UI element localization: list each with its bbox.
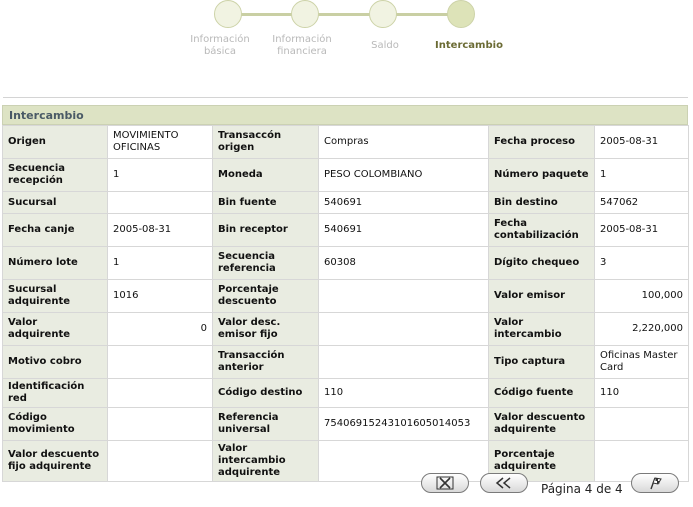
field-value: 1 (107, 158, 213, 192)
field-label: Número lote (2, 246, 108, 280)
table-row: Código movimiento Referencia universal 754… (2, 407, 689, 441)
field-value: MOVIMIENTO OFICINAS (107, 125, 213, 159)
field-value: 2005-08-31 (107, 213, 213, 247)
field-value (107, 191, 213, 214)
field-label: Moneda (212, 158, 319, 192)
field-label: Motivo cobro (2, 345, 108, 379)
field-value: 2,220,000 (594, 312, 689, 346)
step-2-label: Información financiera (272, 34, 332, 57)
pagination-footer: Página 4 de 4 (0, 473, 693, 503)
field-label: Secuencia referencia (212, 246, 319, 280)
table-row: Sucursal Bin fuente 540691 Bin destino 54706… (2, 191, 689, 214)
field-label: Origen (2, 125, 108, 159)
field-value: PESO COLOMBIANO (318, 158, 489, 192)
field-value (318, 345, 489, 379)
step-connector (396, 13, 448, 16)
field-value: 100,000 (594, 279, 689, 313)
wizard-stepper: Información básica Información financiera … (0, 0, 693, 64)
step-4-circle-active (447, 0, 475, 28)
close-button[interactable] (421, 473, 469, 493)
field-label: Código destino (212, 378, 319, 408)
field-label: Valor intercambio (488, 312, 595, 346)
checkered-flag-icon (650, 477, 662, 490)
field-value: 2005-08-31 (594, 125, 689, 159)
step-1-label: Información básica (190, 34, 250, 57)
field-label: Porcentaje descuento (212, 279, 319, 313)
field-value: 0 (107, 312, 213, 346)
field-label: Tipo captura (488, 345, 595, 379)
field-label: Transaccón origen (212, 125, 319, 159)
step-1-circle (214, 0, 242, 28)
field-value: 1 (594, 158, 689, 192)
details-table: Origen MOVIMIENTO OFICINAS Transaccón orig… (2, 125, 689, 482)
panel-title: Intercambio (2, 105, 688, 125)
field-label: Secuencia recepción (2, 158, 108, 192)
field-label: Bin receptor (212, 213, 319, 247)
double-chevron-left-icon (495, 477, 511, 489)
field-label: Sucursal adquirente (2, 279, 108, 313)
step-connector (318, 13, 370, 16)
field-label: Valor desc. emisor fijo (212, 312, 319, 346)
field-label: Código fuente (488, 378, 595, 408)
field-label: Dígito chequeo (488, 246, 595, 280)
field-label: Referencia universal (212, 407, 319, 441)
field-value (107, 378, 213, 408)
field-value (107, 407, 213, 441)
step-4-label-active: Intercambio (435, 40, 503, 51)
field-value: 2005-08-31 (594, 213, 689, 247)
table-row: Secuencia recepción 1 Moneda PESO COLOMBIAN… (2, 158, 689, 192)
intercambio-panel: Intercambio Origen MOVIMIENTO OFICINAS Tra… (2, 105, 689, 482)
field-value: 540691 (318, 213, 489, 247)
table-row: Fecha canje 2005-08-31 Bin receptor 540691 F… (2, 213, 689, 247)
field-value: Compras (318, 125, 489, 159)
table-row: Origen MOVIMIENTO OFICINAS Transaccón orig… (2, 125, 689, 159)
field-label: Fecha proceso (488, 125, 595, 159)
field-label: Transacción anterior (212, 345, 319, 379)
step-3-label: Saldo (371, 40, 399, 51)
field-value: 60308 (318, 246, 489, 280)
field-label: Número paquete (488, 158, 595, 192)
field-value (107, 345, 213, 379)
table-row: Motivo cobro Transacción anterior Tipo cap… (2, 345, 689, 379)
field-value: 3 (594, 246, 689, 280)
field-value (594, 407, 689, 441)
step-2-circle (291, 0, 319, 28)
divider (3, 97, 688, 98)
field-value: 540691 (318, 191, 489, 214)
field-label: Bin destino (488, 191, 595, 214)
field-label: Sucursal (2, 191, 108, 214)
field-label: Código movimiento (2, 407, 108, 441)
field-value (318, 312, 489, 346)
field-label: Valor adquirente (2, 312, 108, 346)
step-3-circle (369, 0, 397, 28)
previous-page-button[interactable] (480, 473, 528, 493)
field-label: Bin fuente (212, 191, 319, 214)
field-label: Fecha canje (2, 213, 108, 247)
field-value: 1016 (107, 279, 213, 313)
field-label: Valor emisor (488, 279, 595, 313)
field-label: Identificación red (2, 378, 108, 408)
field-label: Valor descuento adquirente (488, 407, 595, 441)
page-indicator: Página 4 de 4 (541, 482, 623, 496)
field-value: 110 (594, 378, 689, 408)
field-value: 1 (107, 246, 213, 280)
table-row: Número lote 1 Secuencia referencia 60308 Díg… (2, 246, 689, 280)
field-value: 110 (318, 378, 489, 408)
field-label: Fecha contabilización (488, 213, 595, 247)
table-row: Sucursal adquirente 1016 Porcentaje descue… (2, 279, 689, 313)
field-value (318, 279, 489, 313)
step-connector (241, 13, 292, 16)
field-value: 75406915243101605014053 (318, 407, 489, 441)
close-x-icon (436, 476, 454, 490)
table-row: Identificación red Código destino 110 Códig… (2, 378, 689, 408)
field-value: 547062 (594, 191, 689, 214)
finish-button[interactable] (631, 473, 679, 493)
field-value: Oficinas Master Card (594, 345, 689, 379)
table-row: Valor adquirente 0 Valor desc. emisor fijo… (2, 312, 689, 346)
